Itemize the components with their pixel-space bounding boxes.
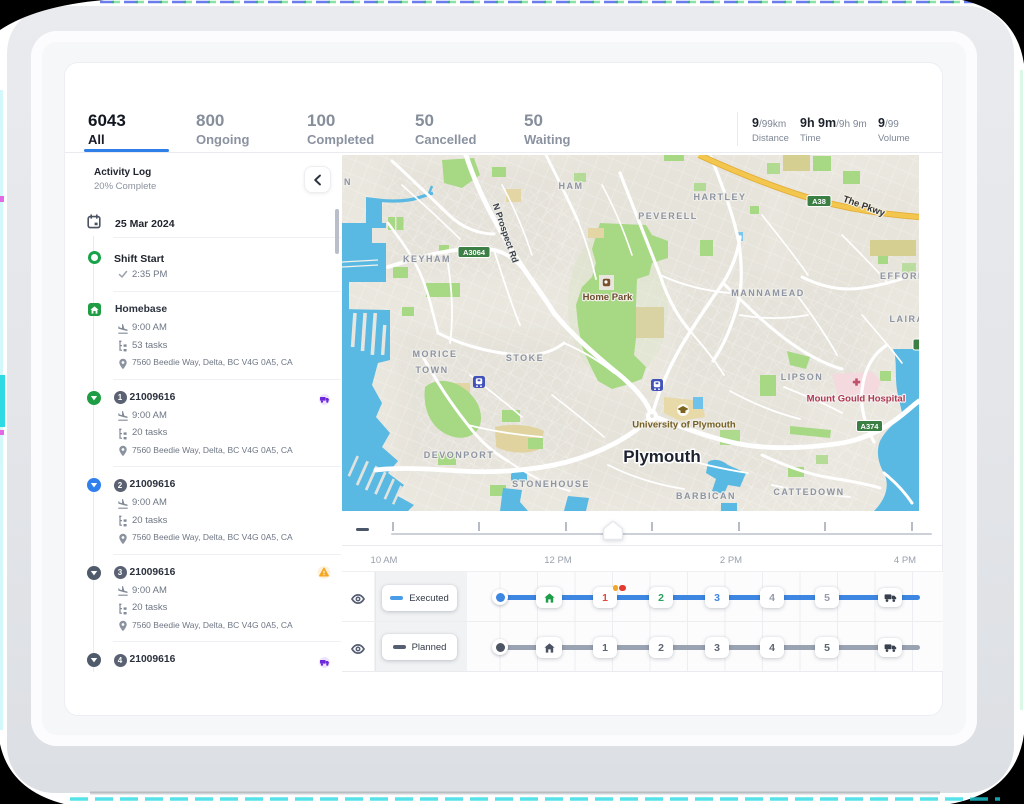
svg-text:HARTLEY: HARTLEY [694, 192, 747, 202]
svg-text:BARBICAN: BARBICAN [676, 491, 736, 501]
svg-text:EFFORD: EFFORD [880, 271, 919, 281]
svg-text:LIPSON: LIPSON [781, 372, 824, 382]
svg-text:A38: A38 [812, 197, 826, 206]
svg-text:A3064: A3064 [463, 248, 486, 257]
svg-text:N: N [344, 177, 351, 187]
svg-text:TOWN: TOWN [415, 365, 448, 375]
svg-text:MORICE: MORICE [413, 349, 458, 359]
svg-text:STOKE: STOKE [506, 353, 544, 363]
svg-text:PEVERELL: PEVERELL [638, 211, 698, 221]
svg-text:STONEHOUSE: STONEHOUSE [512, 479, 590, 489]
svg-text:University of Plymouth: University of Plymouth [632, 420, 736, 431]
svg-text:DEVONPORT: DEVONPORT [424, 450, 495, 460]
svg-text:Mount Gould Hospital: Mount Gould Hospital [807, 394, 906, 405]
svg-text:MANNAMEAD: MANNAMEAD [731, 288, 805, 298]
svg-text:HAM: HAM [559, 181, 584, 191]
svg-text:Home Park: Home Park [583, 292, 633, 303]
svg-text:KEYHAM: KEYHAM [403, 254, 451, 264]
svg-text:A374: A374 [861, 422, 880, 431]
svg-text:CATTEDOWN: CATTEDOWN [773, 487, 844, 497]
svg-text:Plymouth: Plymouth [623, 447, 700, 466]
svg-text:LAIRA: LAIRA [890, 314, 920, 324]
